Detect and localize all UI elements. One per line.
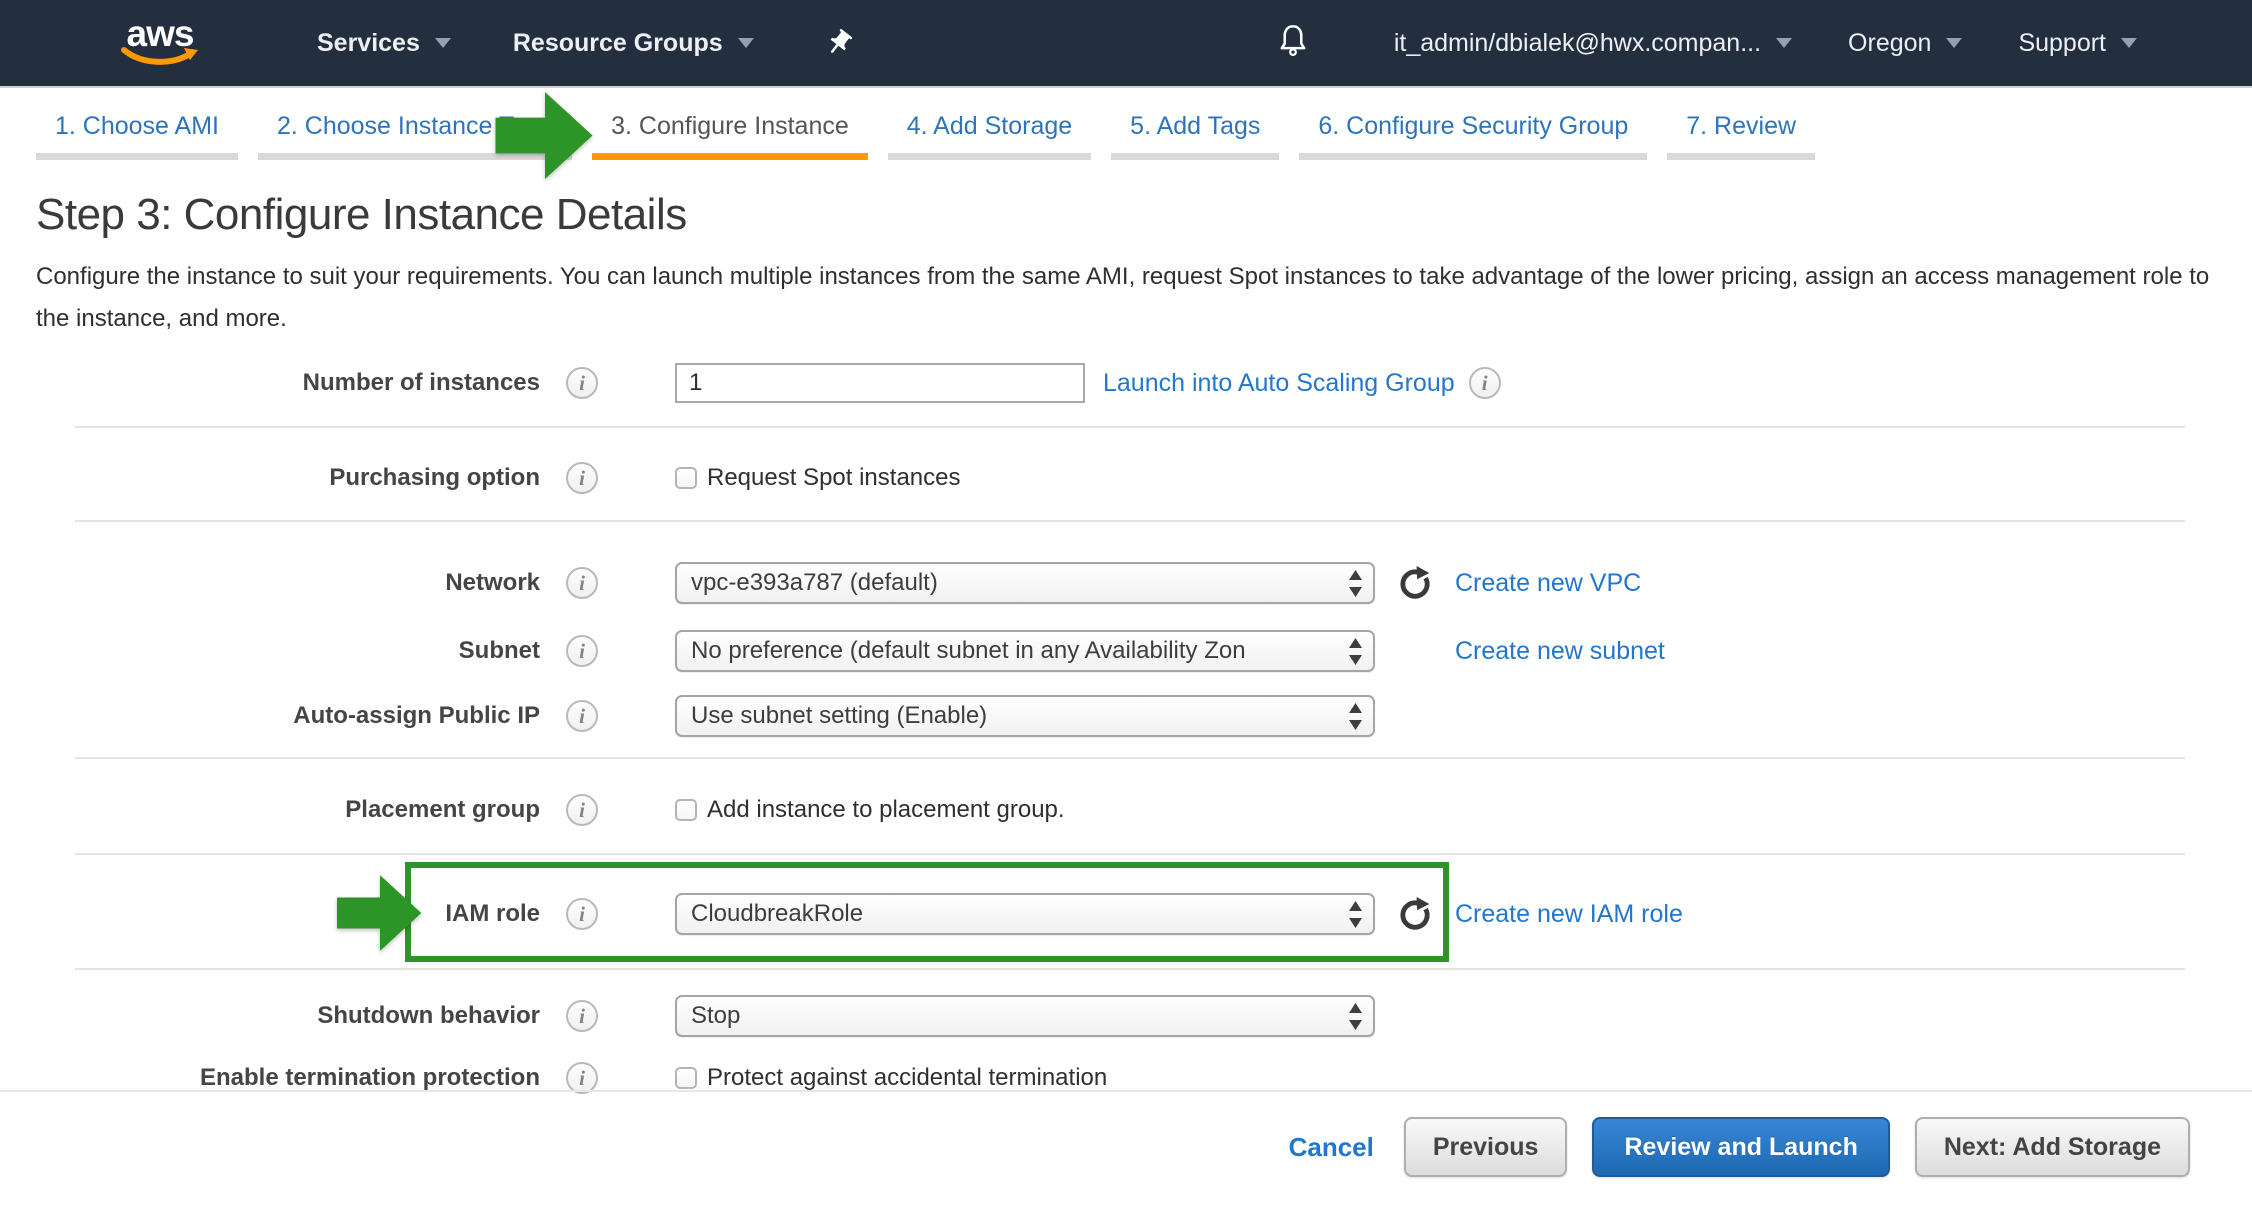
previous-button[interactable]: Previous (1404, 1117, 1568, 1177)
termination-protection-label: Enable termination protection (0, 1064, 540, 1092)
top-navbar: aws Services Resource Groups it_admin/db… (0, 0, 2252, 86)
number-of-instances-label: Number of instances (0, 369, 540, 397)
subnet-label: Subnet (0, 637, 540, 665)
network-select[interactable]: vpc-e393a787 (default) (675, 562, 1375, 604)
divider (75, 757, 2185, 759)
chevron-down-icon (435, 38, 451, 48)
request-spot-instances-checkbox[interactable] (675, 467, 697, 489)
tab-review[interactable]: 7. Review (1667, 100, 1815, 160)
placement-group-checkbox-label: Add instance to placement group. (707, 796, 1065, 824)
select-updown-arrows-icon (1348, 570, 1363, 597)
shutdown-behavior-select[interactable]: Stop (675, 995, 1375, 1037)
refresh-vpc-list-button[interactable] (1397, 565, 1433, 601)
select-updown-arrows-icon (1348, 1003, 1363, 1030)
aws-logo[interactable]: aws (118, 17, 202, 69)
create-new-subnet-link[interactable]: Create new subnet (1455, 637, 1665, 666)
create-new-iam-role-link[interactable]: Create new IAM role (1455, 900, 1683, 929)
row-purchasing-option: Purchasing option Request Spot instances (0, 457, 961, 499)
account-menu[interactable]: it_admin/dbialek@hwx.compan... (1394, 29, 1792, 58)
pinned-shortcuts-button[interactable] (824, 28, 854, 58)
number-of-instances-input[interactable] (675, 363, 1085, 403)
network-label: Network (0, 569, 540, 597)
account-label: it_admin/dbialek@hwx.compan... (1394, 29, 1761, 58)
info-icon[interactable] (566, 700, 598, 732)
row-iam-role: IAM role CloudbreakRole Create new IAM r… (0, 893, 1683, 935)
placement-group-checkbox[interactable] (675, 799, 697, 821)
row-network: Network vpc-e393a787 (default) Create ne… (0, 562, 1641, 604)
divider (75, 520, 2185, 522)
chevron-down-icon (1776, 38, 1792, 48)
support-menu[interactable]: Support (2018, 29, 2137, 58)
tab-choose-ami[interactable]: 1. Choose AMI (36, 100, 238, 160)
aws-smile-icon (120, 47, 200, 69)
divider (75, 426, 2185, 428)
row-subnet: Subnet No preference (default subnet in … (0, 630, 1665, 672)
info-icon[interactable] (566, 794, 598, 826)
review-and-launch-button[interactable]: Review and Launch (1592, 1117, 1889, 1177)
termination-protection-checkbox[interactable] (675, 1067, 697, 1089)
row-termination-protection: Enable termination protection Protect ag… (0, 1057, 1107, 1099)
support-label: Support (2018, 29, 2106, 58)
green-arrow-icon (337, 868, 423, 958)
wizard-footer: Cancel Previous Review and Launch Next: … (1289, 1117, 2190, 1177)
select-updown-arrows-icon (1348, 901, 1363, 928)
page-description: Configure the instance to suit your requ… (36, 256, 2222, 340)
row-shutdown-behavior: Shutdown behavior Stop (0, 995, 1375, 1037)
iam-role-label: IAM role (0, 900, 540, 928)
purchasing-option-label: Purchasing option (0, 464, 540, 492)
green-arrow-icon (495, 86, 595, 185)
aws-logo-text: aws (127, 17, 194, 51)
request-spot-instances-label: Request Spot instances (707, 464, 961, 492)
next-add-storage-button[interactable]: Next: Add Storage (1915, 1117, 2190, 1177)
region-label: Oregon (1848, 29, 1931, 58)
iam-role-select[interactable]: CloudbreakRole (675, 893, 1375, 935)
region-menu[interactable]: Oregon (1848, 29, 1962, 58)
tab-add-storage[interactable]: 4. Add Storage (888, 100, 1091, 160)
select-updown-arrows-icon (1348, 638, 1363, 665)
refresh-icon (1397, 565, 1433, 601)
resource-groups-label: Resource Groups (513, 29, 723, 58)
info-icon[interactable] (566, 1000, 598, 1032)
row-placement-group: Placement group Add instance to placemen… (0, 789, 1065, 831)
termination-protection-checkbox-label: Protect against accidental termination (707, 1064, 1107, 1092)
pushpin-icon (818, 22, 860, 64)
subnet-select[interactable]: No preference (default subnet in any Ava… (675, 630, 1375, 672)
tab-configure-security-group[interactable]: 6. Configure Security Group (1299, 100, 1647, 160)
refresh-icon (1397, 896, 1433, 932)
info-icon[interactable] (566, 635, 598, 667)
info-icon[interactable] (566, 367, 598, 399)
tab-configure-instance[interactable]: 3. Configure Instance (592, 100, 868, 160)
auto-assign-public-ip-select[interactable]: Use subnet setting (Enable) (675, 695, 1375, 737)
auto-assign-public-ip-label: Auto-assign Public IP (0, 702, 540, 730)
bell-icon (1277, 22, 1309, 65)
row-auto-assign-public-ip: Auto-assign Public IP Use subnet setting… (0, 695, 1375, 737)
info-icon[interactable] (566, 462, 598, 494)
row-number-of-instances: Number of instances Launch into Auto Sca… (0, 362, 1501, 404)
divider (75, 968, 2185, 970)
services-menu[interactable]: Services (317, 29, 451, 58)
info-icon[interactable] (566, 567, 598, 599)
divider (75, 853, 2185, 855)
resource-groups-menu[interactable]: Resource Groups (513, 29, 754, 58)
chevron-down-icon (738, 38, 754, 48)
select-updown-arrows-icon (1348, 703, 1363, 730)
page-title: Step 3: Configure Instance Details (36, 190, 687, 240)
info-icon[interactable] (1469, 367, 1501, 399)
launch-into-auto-scaling-group-link[interactable]: Launch into Auto Scaling Group (1103, 369, 1455, 398)
chevron-down-icon (2121, 38, 2137, 48)
shutdown-behavior-label: Shutdown behavior (0, 1002, 540, 1030)
info-icon[interactable] (566, 898, 598, 930)
notifications-button[interactable] (1277, 22, 1309, 65)
placement-group-label: Placement group (0, 796, 540, 824)
tab-add-tags[interactable]: 5. Add Tags (1111, 100, 1279, 160)
chevron-down-icon (1946, 38, 1962, 48)
footer-divider (0, 1090, 2252, 1092)
create-new-vpc-link[interactable]: Create new VPC (1455, 569, 1641, 598)
cancel-link[interactable]: Cancel (1289, 1132, 1374, 1163)
services-label: Services (317, 29, 420, 58)
refresh-iam-roles-button[interactable] (1397, 896, 1433, 932)
wizard-tabs: 1. Choose AMI 2. Choose Instance Type 3.… (36, 100, 1835, 160)
